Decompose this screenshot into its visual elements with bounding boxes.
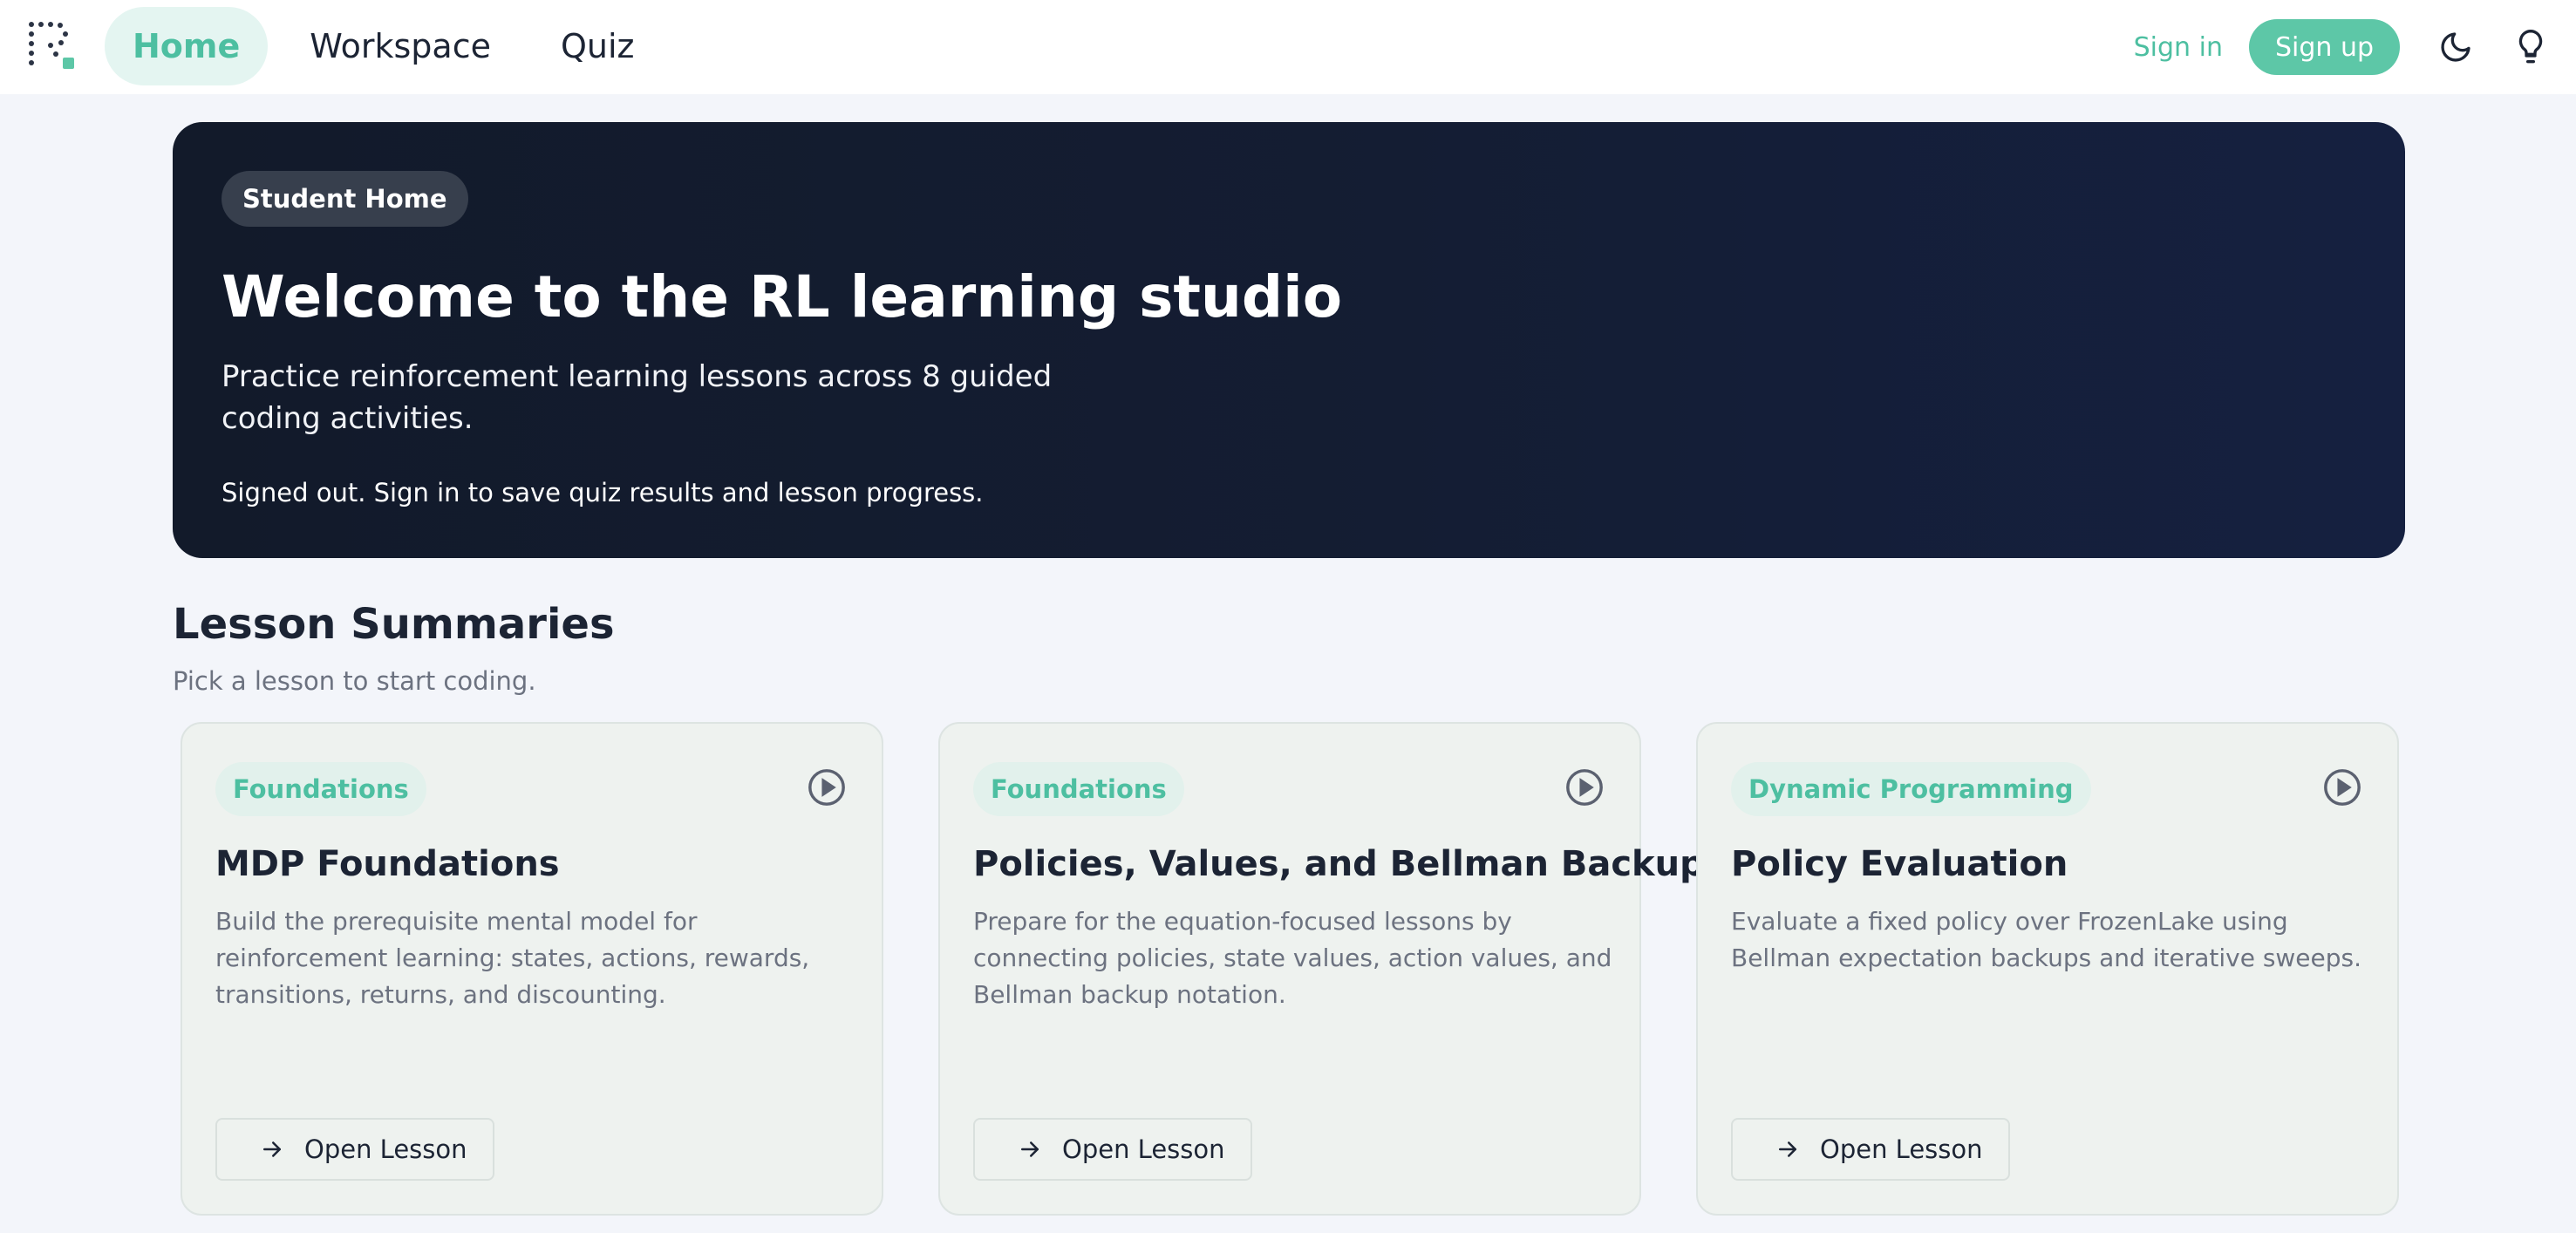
- section-title: Lesson Summaries: [173, 600, 615, 649]
- open-lesson-label: Open Lesson: [1062, 1134, 1225, 1164]
- hero-signin-note: Signed out. Sign in to save quiz results…: [221, 478, 984, 508]
- lesson-tag: Foundations: [973, 762, 1184, 816]
- open-lesson-button[interactable]: Open Lesson: [973, 1118, 1252, 1181]
- play-icon[interactable]: [807, 767, 847, 807]
- tab-quiz[interactable]: Quiz: [533, 7, 663, 85]
- tab-home[interactable]: Home: [105, 7, 269, 85]
- lesson-card-policies-values: Foundations Policies, Values, and Bellma…: [938, 722, 1726, 1216]
- open-lesson-button[interactable]: Open Lesson: [215, 1118, 494, 1181]
- hero-badge: Student Home: [221, 171, 468, 227]
- lesson-title: Policy Evaluation: [1731, 844, 2068, 884]
- lesson-description: Build the prerequisite mental model for …: [215, 907, 810, 1009]
- arrow-right-icon: [1779, 1141, 1796, 1157]
- lesson-tag: Dynamic Programming: [1731, 762, 2091, 816]
- top-nav: Home Workspace Quiz Sign in Sign up: [0, 0, 2576, 94]
- arrow-right-icon: [1021, 1141, 1039, 1157]
- tips-button[interactable]: [2511, 28, 2550, 66]
- lesson-tag: Foundations: [215, 762, 426, 816]
- section-subtitle: Pick a lesson to start coding.: [173, 666, 536, 696]
- moon-icon: [2441, 32, 2470, 62]
- open-lesson-button[interactable]: Open Lesson: [1731, 1118, 2010, 1181]
- play-icon[interactable]: [1564, 767, 1605, 807]
- hero-title: Welcome to the RL learning studio: [221, 263, 1343, 330]
- nav-actions: Sign in Sign up: [2134, 0, 2576, 94]
- lightbulb-icon: [2518, 30, 2543, 64]
- hero-banner: Student Home Welcome to the RL learning …: [173, 122, 2405, 558]
- arrow-right-icon: [263, 1141, 281, 1157]
- hero-subtitle: Practice reinforcement learning lessons …: [221, 359, 1053, 436]
- lesson-card-mdp-foundations: Foundations MDP Foundations Build the pr…: [181, 722, 883, 1216]
- lesson-title: MDP Foundations: [215, 844, 560, 884]
- tab-workspace[interactable]: Workspace: [282, 7, 519, 85]
- lesson-description: Evaluate a fixed policy over FrozenLake …: [1731, 907, 2362, 972]
- lesson-card-policy-evaluation: Dynamic Programming Policy Evaluation Ev…: [1696, 722, 2399, 1216]
- sign-up-button[interactable]: Sign up: [2248, 19, 2400, 75]
- play-icon[interactable]: [2322, 767, 2362, 807]
- logo-icon[interactable]: [26, 19, 78, 72]
- sign-in-link[interactable]: Sign in: [2134, 32, 2223, 63]
- nav-tabs: Home Workspace Quiz: [105, 7, 676, 85]
- lesson-description: Prepare for the equation-focused lessons…: [973, 907, 1612, 1009]
- open-lesson-label: Open Lesson: [1820, 1134, 1983, 1164]
- open-lesson-label: Open Lesson: [304, 1134, 467, 1164]
- theme-toggle-button[interactable]: [2436, 28, 2475, 66]
- lesson-title: Policies, Values, and Bellman Backups: [973, 844, 1726, 884]
